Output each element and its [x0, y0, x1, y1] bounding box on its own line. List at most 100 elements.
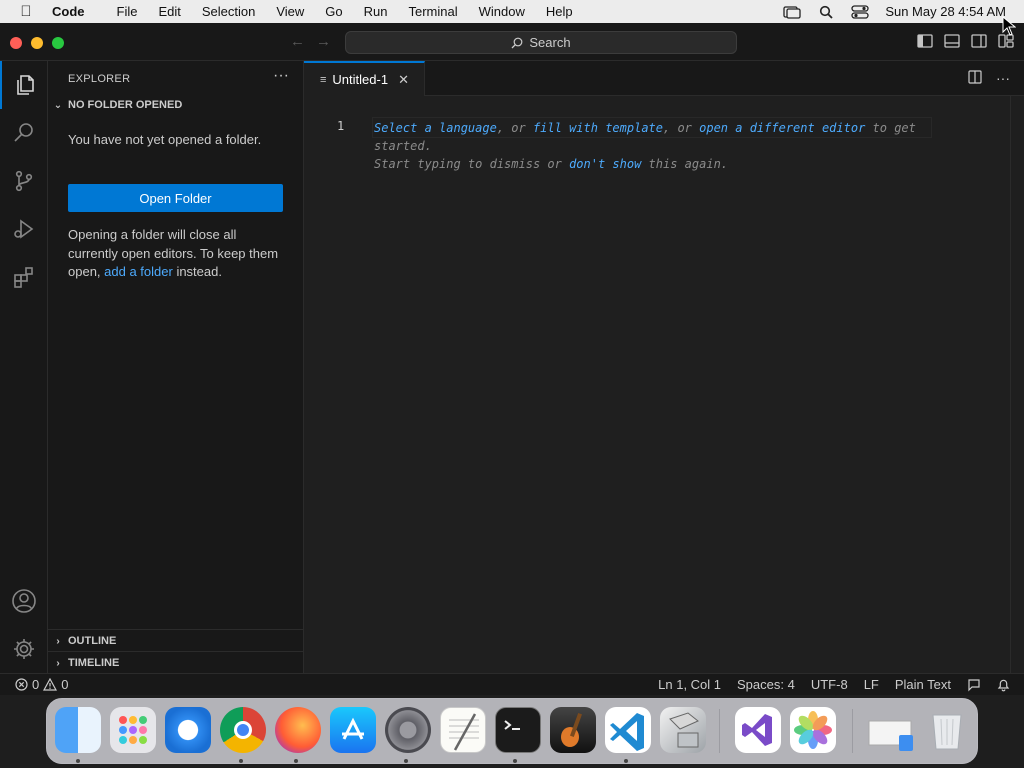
toggle-primary-sidebar-icon[interactable] [917, 34, 933, 48]
activity-bar [0, 61, 48, 673]
dock-trash-icon[interactable] [924, 707, 970, 753]
line-number: 1 [337, 119, 345, 133]
command-center-search[interactable]: Search [345, 31, 737, 54]
hint-line-1: Select a language, or fill with template… [374, 119, 934, 155]
control-center-icon[interactable] [851, 4, 869, 19]
no-folder-section-title: NO FOLDER OPENED [68, 99, 183, 111]
dock-textedit-icon[interactable] [440, 707, 486, 753]
feedback-icon[interactable] [967, 678, 981, 692]
notifications-bell-icon[interactable] [997, 678, 1010, 692]
dock-downloads-stack-icon[interactable] [867, 707, 913, 753]
running-indicator [404, 759, 408, 763]
layout-controls [917, 34, 1014, 48]
menu-view[interactable]: View [276, 4, 315, 19]
dock-vscode-icon[interactable] [605, 707, 651, 753]
hint-sep-1: , or [496, 121, 533, 135]
go-forward-icon[interactable]: → [316, 33, 331, 50]
dock-garageband-icon[interactable] [550, 707, 596, 753]
split-editor-icon[interactable] [968, 70, 982, 87]
chevron-right-icon: › [56, 657, 60, 669]
outline-title: OUTLINE [68, 635, 117, 647]
menubar-clock[interactable]: Sun May 28 4:54 AM [885, 4, 1006, 19]
close-window-button[interactable] [10, 37, 22, 49]
dock-firefox-icon[interactable] [275, 707, 321, 753]
accounts-icon[interactable] [0, 577, 48, 625]
select-language-link[interactable]: Select a language [374, 121, 497, 135]
editor-tabs: ≡ Untitled-1 ✕ ··· [304, 61, 1024, 96]
editor-hint[interactable]: Select a language, or fill with template… [374, 119, 934, 173]
timeline-title: TIMELINE [68, 657, 120, 669]
apple-menu-icon[interactable]:  [0, 3, 52, 20]
vscode-window: ← → Search EXPLORER ··· ⌄ NO FOLDER OPEN… [0, 23, 1024, 695]
dock-launchpad-icon[interactable] [110, 707, 156, 753]
dock-finder-icon[interactable] [55, 707, 101, 753]
timeline-section-header[interactable]: › TIMELINE [48, 652, 304, 674]
dock-system-preferences-icon[interactable] [385, 707, 431, 753]
menu-go[interactable]: Go [325, 4, 353, 19]
minimize-window-button[interactable] [31, 37, 43, 49]
file-encoding[interactable]: UTF-8 [811, 677, 848, 692]
spotlight-search-icon[interactable] [817, 5, 835, 19]
editor-scrollbar[interactable] [1010, 96, 1024, 673]
error-count: 0 [32, 677, 40, 692]
zoom-window-button[interactable] [52, 37, 64, 49]
go-back-icon[interactable]: ← [290, 33, 305, 50]
explorer-more-actions-icon[interactable]: ··· [273, 67, 289, 85]
menu-selection[interactable]: Selection [202, 4, 266, 19]
menu-edit[interactable]: Edit [158, 4, 191, 19]
cursor-position[interactable]: Ln 1, Col 1 [658, 677, 721, 692]
fill-template-link[interactable]: fill with template [533, 121, 663, 135]
menu-run[interactable]: Run [364, 4, 399, 19]
hint-line2-before: Start typing to dismiss or [374, 157, 570, 171]
tab-untitled-1[interactable]: ≡ Untitled-1 ✕ [304, 61, 425, 96]
close-tab-icon[interactable]: ✕ [398, 72, 409, 88]
problems-status[interactable]: 0 0 [0, 677, 68, 692]
customize-layout-icon[interactable] [998, 34, 1014, 48]
chevron-down-icon: ⌄ [53, 99, 63, 111]
dock-terminal-icon[interactable] [495, 707, 541, 753]
run-debug-icon[interactable] [0, 205, 48, 253]
open-folder-info: Opening a folder will close all currentl… [68, 226, 288, 282]
outline-section-header[interactable]: › OUTLINE [48, 630, 304, 652]
source-control-icon[interactable] [0, 157, 48, 205]
no-folder-section-header[interactable]: ⌄ NO FOLDER OPENED [48, 94, 304, 116]
explorer-icon[interactable] [0, 61, 48, 109]
toggle-secondary-sidebar-icon[interactable] [971, 34, 987, 48]
menu-file[interactable]: File [117, 4, 149, 19]
dock-photos-icon[interactable] [790, 707, 836, 753]
dock-utility-app-icon[interactable] [660, 707, 706, 753]
manage-gear-icon[interactable] [0, 625, 48, 673]
open-folder-button[interactable]: Open Folder [68, 184, 283, 212]
search-icon[interactable] [0, 109, 48, 157]
menu-help[interactable]: Help [546, 4, 584, 19]
indentation[interactable]: Spaces: 4 [737, 677, 795, 692]
running-indicator [513, 759, 517, 763]
language-mode[interactable]: Plain Text [895, 677, 951, 692]
end-of-line[interactable]: LF [864, 677, 879, 692]
editor-more-actions-icon[interactable]: ··· [996, 70, 1010, 87]
dock-chrome-icon[interactable] [220, 707, 266, 753]
no-folder-message: You have not yet opened a folder. [68, 132, 262, 147]
error-icon [15, 678, 28, 691]
menu-window[interactable]: Window [479, 4, 536, 19]
add-folder-link[interactable]: add a folder [104, 264, 173, 279]
running-indicator [76, 759, 80, 763]
dock-app-store-icon[interactable] [330, 707, 376, 753]
extensions-icon[interactable] [0, 253, 48, 301]
menu-app-name[interactable]: Code [52, 4, 96, 19]
dock-safari-icon[interactable] [165, 707, 211, 753]
open-folder-label: Open Folder [139, 190, 212, 206]
open-different-editor-link[interactable]: open a different editor [699, 121, 865, 135]
toggle-panel-icon[interactable] [944, 34, 960, 48]
editor-area: ≡ Untitled-1 ✕ ··· 1 Select a language, … [304, 61, 1024, 673]
running-indicator [294, 759, 298, 763]
dock-visual-studio-icon[interactable] [735, 707, 781, 753]
screen-mirroring-icon[interactable] [783, 5, 801, 19]
warning-icon [43, 678, 58, 691]
tab-label: Untitled-1 [332, 72, 389, 87]
title-bar: ← → Search [0, 23, 1024, 61]
dont-show-link[interactable]: don't show [569, 157, 641, 171]
menu-terminal[interactable]: Terminal [409, 4, 469, 19]
explorer-title: EXPLORER [68, 73, 131, 85]
hint-line2-after: this again. [641, 157, 729, 171]
